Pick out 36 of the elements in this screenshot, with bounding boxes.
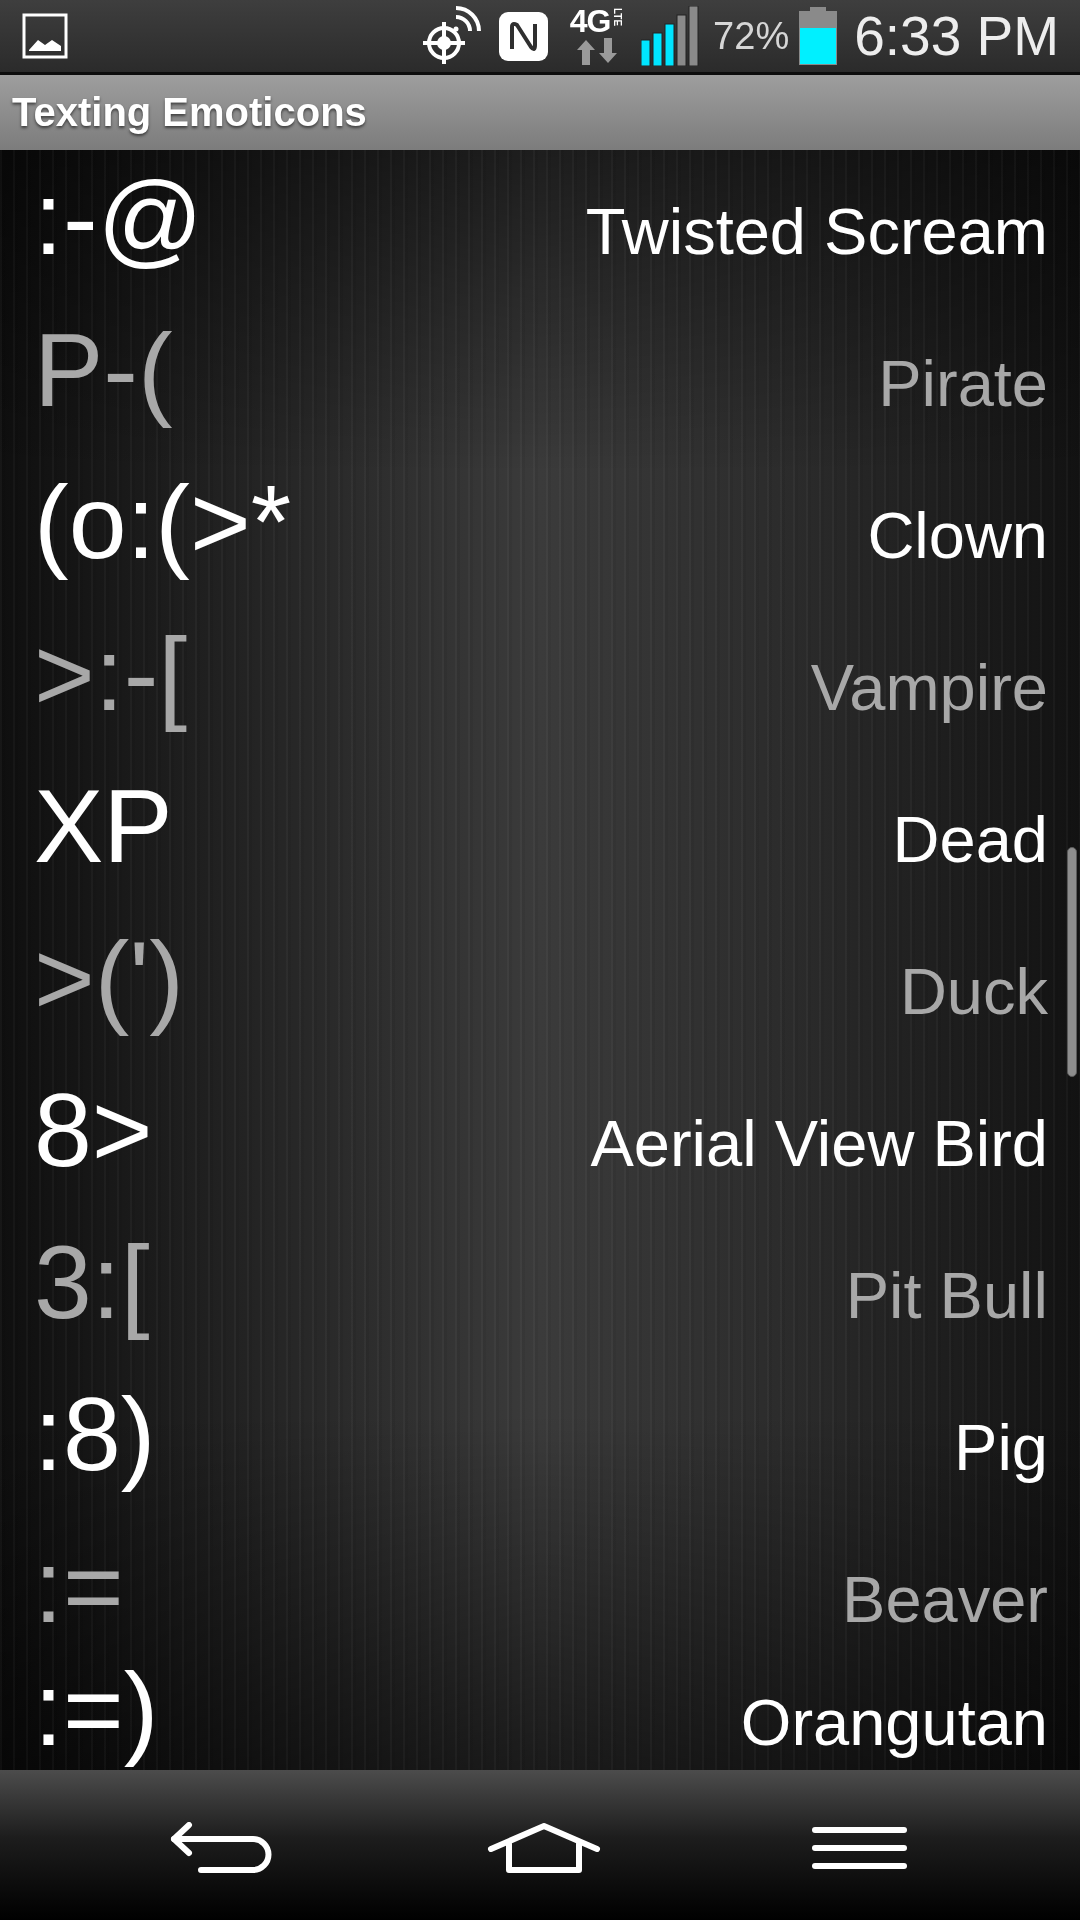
- nfc-icon: [498, 10, 550, 62]
- emoticon-name: Pirate: [878, 348, 1048, 420]
- emoticon-name: Twisted Scream: [585, 196, 1048, 268]
- emoticon-text: 3:[: [34, 1223, 150, 1342]
- home-button[interactable]: [486, 1823, 601, 1873]
- emoticon-name: Pit Bull: [845, 1260, 1048, 1332]
- battery-percent: 72%: [713, 14, 790, 58]
- picture-icon: [22, 13, 68, 59]
- emoticon-text: >('): [34, 919, 184, 1038]
- emoticon-text: :8): [34, 1375, 156, 1494]
- emoticon-text: >:-[: [34, 615, 188, 734]
- clock-time: 6:33 PM: [854, 4, 1059, 68]
- app-title: Texting Emoticons: [12, 90, 367, 135]
- emoticon-name: Clown: [867, 500, 1048, 572]
- network-sublabel: LTE: [611, 7, 624, 26]
- emoticon-text: :=): [34, 1650, 159, 1770]
- emoticon-text: XP: [34, 767, 173, 886]
- menu-icon: [812, 1826, 907, 1870]
- emoticon-text: :=: [34, 1527, 124, 1646]
- emoticon-name: Aerial View Bird: [590, 1108, 1048, 1180]
- emoticon-name: Duck: [899, 956, 1048, 1028]
- emoticon-name: Orangutan: [740, 1687, 1048, 1759]
- home-icon: [486, 1823, 601, 1873]
- emoticon-name: Dead: [892, 804, 1048, 876]
- emoticon-text: :-@: [34, 159, 204, 278]
- emoticon-text: (o:(>*: [34, 463, 292, 582]
- emoticon-name: Vampire: [810, 652, 1048, 724]
- emoticon-text: 8>: [34, 1071, 153, 1190]
- emoticon-name: Pig: [954, 1412, 1048, 1484]
- emoticon-text: P-(: [34, 311, 173, 430]
- emoticon-name: Beaver: [842, 1564, 1048, 1636]
- signal-icon: [641, 6, 702, 66]
- battery-icon: [799, 7, 838, 65]
- network-type-label: 4G: [569, 7, 611, 34]
- data-arrows-icon: [574, 37, 619, 65]
- menu-button[interactable]: [812, 1826, 907, 1870]
